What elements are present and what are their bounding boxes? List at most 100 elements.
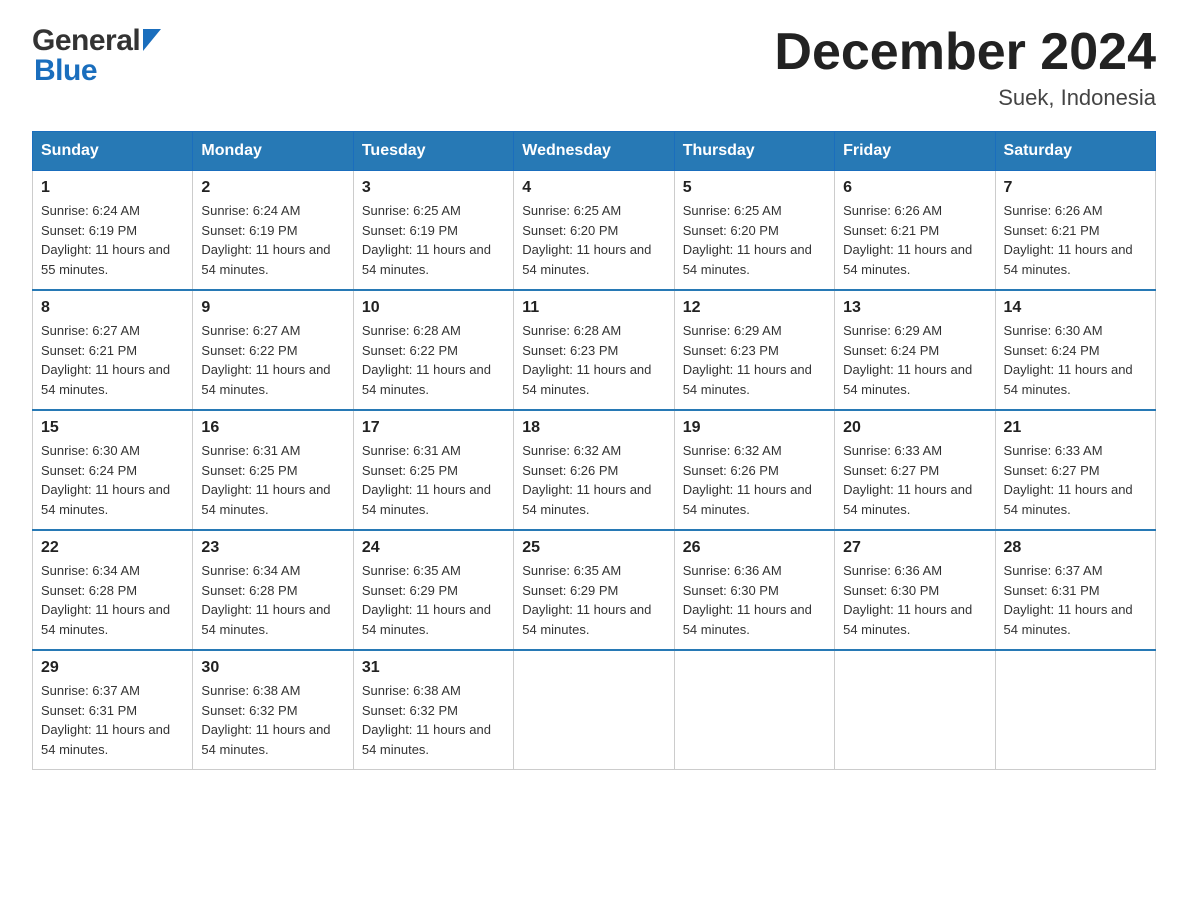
day-number: 1	[41, 179, 184, 197]
logo: General Blue	[32, 24, 161, 88]
day-info: Sunrise: 6:30 AM Sunset: 6:24 PM Dayligh…	[1004, 321, 1147, 399]
header-tuesday: Tuesday	[353, 132, 513, 171]
day-number: 11	[522, 299, 665, 317]
calendar-week-row: 22 Sunrise: 6:34 AM Sunset: 6:28 PM Dayl…	[33, 530, 1156, 650]
day-number: 26	[683, 539, 826, 557]
header-thursday: Thursday	[674, 132, 834, 171]
logo-general-text: General	[32, 24, 140, 58]
day-number: 13	[843, 299, 986, 317]
header-saturday: Saturday	[995, 132, 1155, 171]
day-number: 22	[41, 539, 184, 557]
day-number: 27	[843, 539, 986, 557]
day-number: 29	[41, 659, 184, 677]
calendar-cell: 25 Sunrise: 6:35 AM Sunset: 6:29 PM Dayl…	[514, 530, 674, 650]
day-number: 18	[522, 419, 665, 437]
calendar-cell: 20 Sunrise: 6:33 AM Sunset: 6:27 PM Dayl…	[835, 410, 995, 530]
day-info: Sunrise: 6:34 AM Sunset: 6:28 PM Dayligh…	[41, 561, 184, 639]
calendar-cell: 10 Sunrise: 6:28 AM Sunset: 6:22 PM Dayl…	[353, 290, 513, 410]
header-wednesday: Wednesday	[514, 132, 674, 171]
calendar-week-row: 15 Sunrise: 6:30 AM Sunset: 6:24 PM Dayl…	[33, 410, 1156, 530]
day-info: Sunrise: 6:31 AM Sunset: 6:25 PM Dayligh…	[362, 441, 505, 519]
day-number: 3	[362, 179, 505, 197]
day-number: 16	[201, 419, 344, 437]
calendar-cell	[835, 650, 995, 770]
day-info: Sunrise: 6:26 AM Sunset: 6:21 PM Dayligh…	[1004, 201, 1147, 279]
day-info: Sunrise: 6:27 AM Sunset: 6:22 PM Dayligh…	[201, 321, 344, 399]
calendar-cell: 24 Sunrise: 6:35 AM Sunset: 6:29 PM Dayl…	[353, 530, 513, 650]
day-info: Sunrise: 6:28 AM Sunset: 6:22 PM Dayligh…	[362, 321, 505, 399]
day-number: 24	[362, 539, 505, 557]
calendar-week-row: 1 Sunrise: 6:24 AM Sunset: 6:19 PM Dayli…	[33, 171, 1156, 291]
calendar-cell: 5 Sunrise: 6:25 AM Sunset: 6:20 PM Dayli…	[674, 171, 834, 291]
calendar-cell: 29 Sunrise: 6:37 AM Sunset: 6:31 PM Dayl…	[33, 650, 193, 770]
day-info: Sunrise: 6:26 AM Sunset: 6:21 PM Dayligh…	[843, 201, 986, 279]
day-number: 17	[362, 419, 505, 437]
weekday-header-row: Sunday Monday Tuesday Wednesday Thursday…	[33, 132, 1156, 171]
calendar-cell: 23 Sunrise: 6:34 AM Sunset: 6:28 PM Dayl…	[193, 530, 353, 650]
calendar-cell: 3 Sunrise: 6:25 AM Sunset: 6:19 PM Dayli…	[353, 171, 513, 291]
month-title: December 2024	[774, 24, 1156, 81]
day-info: Sunrise: 6:38 AM Sunset: 6:32 PM Dayligh…	[362, 681, 505, 759]
calendar-cell: 7 Sunrise: 6:26 AM Sunset: 6:21 PM Dayli…	[995, 171, 1155, 291]
calendar-cell: 13 Sunrise: 6:29 AM Sunset: 6:24 PM Dayl…	[835, 290, 995, 410]
calendar-cell: 4 Sunrise: 6:25 AM Sunset: 6:20 PM Dayli…	[514, 171, 674, 291]
header-monday: Monday	[193, 132, 353, 171]
calendar-cell: 19 Sunrise: 6:32 AM Sunset: 6:26 PM Dayl…	[674, 410, 834, 530]
location-label: Suek, Indonesia	[774, 85, 1156, 111]
day-info: Sunrise: 6:35 AM Sunset: 6:29 PM Dayligh…	[522, 561, 665, 639]
calendar-cell: 26 Sunrise: 6:36 AM Sunset: 6:30 PM Dayl…	[674, 530, 834, 650]
day-info: Sunrise: 6:25 AM Sunset: 6:20 PM Dayligh…	[683, 201, 826, 279]
day-info: Sunrise: 6:29 AM Sunset: 6:23 PM Dayligh…	[683, 321, 826, 399]
header-sunday: Sunday	[33, 132, 193, 171]
day-number: 12	[683, 299, 826, 317]
day-info: Sunrise: 6:30 AM Sunset: 6:24 PM Dayligh…	[41, 441, 184, 519]
logo-triangle-icon	[143, 29, 161, 56]
day-info: Sunrise: 6:38 AM Sunset: 6:32 PM Dayligh…	[201, 681, 344, 759]
header-friday: Friday	[835, 132, 995, 171]
calendar-cell: 16 Sunrise: 6:31 AM Sunset: 6:25 PM Dayl…	[193, 410, 353, 530]
day-info: Sunrise: 6:25 AM Sunset: 6:20 PM Dayligh…	[522, 201, 665, 279]
day-number: 28	[1004, 539, 1147, 557]
day-number: 31	[362, 659, 505, 677]
day-number: 19	[683, 419, 826, 437]
day-number: 21	[1004, 419, 1147, 437]
day-number: 20	[843, 419, 986, 437]
day-number: 15	[41, 419, 184, 437]
calendar-cell: 9 Sunrise: 6:27 AM Sunset: 6:22 PM Dayli…	[193, 290, 353, 410]
day-number: 14	[1004, 299, 1147, 317]
calendar-cell: 30 Sunrise: 6:38 AM Sunset: 6:32 PM Dayl…	[193, 650, 353, 770]
calendar-cell: 14 Sunrise: 6:30 AM Sunset: 6:24 PM Dayl…	[995, 290, 1155, 410]
day-number: 25	[522, 539, 665, 557]
calendar-cell: 15 Sunrise: 6:30 AM Sunset: 6:24 PM Dayl…	[33, 410, 193, 530]
logo-blue-text: Blue	[34, 54, 97, 88]
title-area: December 2024 Suek, Indonesia	[774, 24, 1156, 111]
calendar-table: Sunday Monday Tuesday Wednesday Thursday…	[32, 131, 1156, 770]
day-info: Sunrise: 6:31 AM Sunset: 6:25 PM Dayligh…	[201, 441, 344, 519]
calendar-cell	[995, 650, 1155, 770]
calendar-cell: 12 Sunrise: 6:29 AM Sunset: 6:23 PM Dayl…	[674, 290, 834, 410]
day-info: Sunrise: 6:29 AM Sunset: 6:24 PM Dayligh…	[843, 321, 986, 399]
day-info: Sunrise: 6:33 AM Sunset: 6:27 PM Dayligh…	[843, 441, 986, 519]
day-info: Sunrise: 6:32 AM Sunset: 6:26 PM Dayligh…	[683, 441, 826, 519]
day-number: 30	[201, 659, 344, 677]
day-number: 6	[843, 179, 986, 197]
calendar-cell: 2 Sunrise: 6:24 AM Sunset: 6:19 PM Dayli…	[193, 171, 353, 291]
day-info: Sunrise: 6:32 AM Sunset: 6:26 PM Dayligh…	[522, 441, 665, 519]
calendar-cell: 31 Sunrise: 6:38 AM Sunset: 6:32 PM Dayl…	[353, 650, 513, 770]
day-number: 4	[522, 179, 665, 197]
day-info: Sunrise: 6:37 AM Sunset: 6:31 PM Dayligh…	[1004, 561, 1147, 639]
day-info: Sunrise: 6:36 AM Sunset: 6:30 PM Dayligh…	[843, 561, 986, 639]
calendar-week-row: 8 Sunrise: 6:27 AM Sunset: 6:21 PM Dayli…	[33, 290, 1156, 410]
day-info: Sunrise: 6:33 AM Sunset: 6:27 PM Dayligh…	[1004, 441, 1147, 519]
calendar-cell: 6 Sunrise: 6:26 AM Sunset: 6:21 PM Dayli…	[835, 171, 995, 291]
day-number: 2	[201, 179, 344, 197]
calendar-cell: 22 Sunrise: 6:34 AM Sunset: 6:28 PM Dayl…	[33, 530, 193, 650]
calendar-cell: 21 Sunrise: 6:33 AM Sunset: 6:27 PM Dayl…	[995, 410, 1155, 530]
day-info: Sunrise: 6:36 AM Sunset: 6:30 PM Dayligh…	[683, 561, 826, 639]
calendar-cell: 1 Sunrise: 6:24 AM Sunset: 6:19 PM Dayli…	[33, 171, 193, 291]
calendar-cell	[514, 650, 674, 770]
day-info: Sunrise: 6:25 AM Sunset: 6:19 PM Dayligh…	[362, 201, 505, 279]
day-info: Sunrise: 6:24 AM Sunset: 6:19 PM Dayligh…	[201, 201, 344, 279]
calendar-cell: 8 Sunrise: 6:27 AM Sunset: 6:21 PM Dayli…	[33, 290, 193, 410]
calendar-cell	[674, 650, 834, 770]
